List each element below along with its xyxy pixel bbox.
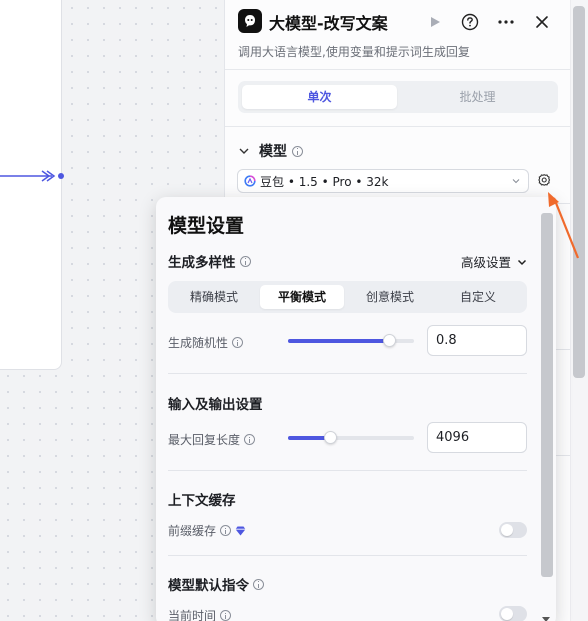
diversity-label: 生成多样性 [168, 255, 236, 271]
info-icon [220, 525, 232, 536]
prefix-cache-label: 前缀缓存 [168, 524, 217, 538]
more-icon [498, 20, 514, 24]
mode-creative[interactable]: 创意模式 [348, 285, 432, 309]
panel-header: 大模型-改写文案 调用大语言模型,使用变量和提示词生成回复 [225, 0, 571, 70]
doubao-logo-icon [244, 175, 256, 187]
max-length-slider-handle[interactable] [324, 431, 337, 444]
run-mode-tabs: 单次 批处理 [238, 81, 558, 113]
context-cache-section-title: 上下文缓存 [168, 489, 236, 509]
chevron-down-icon [512, 179, 520, 184]
annotation-arrow [548, 192, 580, 259]
mode-precise[interactable]: 精确模式 [172, 285, 256, 309]
diversity-section-title: 生成多样性 [168, 251, 251, 271]
default-instructions-label: 模型默认指令 [168, 578, 249, 594]
divider [225, 126, 571, 127]
randomness-input[interactable]: 0.8 [427, 325, 527, 356]
tab-batch[interactable]: 批处理 [400, 85, 555, 109]
randomness-slider[interactable] [288, 334, 414, 347]
gear-icon [538, 174, 551, 186]
chevron-down-icon [517, 259, 527, 265]
advanced-settings-label: 高级设置 [461, 255, 512, 270]
current-time-row: 当前时间 [168, 607, 232, 621]
panel-scrollbar[interactable] [570, 0, 588, 621]
divider [168, 470, 527, 471]
divider [168, 555, 527, 556]
panel-title: 大模型-改写文案 [269, 14, 388, 33]
max-length-row: 最大回复长度 [168, 431, 256, 448]
io-label: 输入及输出设置 [168, 397, 263, 413]
divider [168, 373, 527, 374]
info-icon [292, 145, 303, 157]
scroll-down-arrow[interactable] [542, 617, 550, 621]
max-length-label: 最大回复长度 [168, 433, 241, 447]
model-section-header[interactable]: 模型 [238, 142, 303, 160]
selected-model: 豆包 • 1.5 • Pro • 32k [260, 174, 389, 189]
popup-scrollbar[interactable] [540, 213, 554, 621]
mode-balanced[interactable]: 平衡模式 [260, 285, 344, 309]
diamond-icon [235, 526, 246, 535]
model-select[interactable]: 豆包 • 1.5 • Pro • 32k [237, 169, 529, 193]
info-icon [239, 255, 251, 267]
io-section-title: 输入及输出设置 [168, 393, 263, 413]
help-icon [461, 13, 479, 31]
tab-single[interactable]: 单次 [242, 85, 397, 109]
info-icon [253, 578, 264, 590]
model-settings-popup: 模型设置 生成多样性 高级设置 精确模式 平衡模式 创意模式 自定义 生成随机性… [156, 197, 556, 621]
node-connector [0, 170, 64, 182]
max-length-input[interactable]: 4096 [427, 422, 527, 453]
prefix-cache-row: 前缀缓存 [168, 522, 246, 539]
chevron-down-icon [239, 148, 249, 154]
more-button[interactable] [495, 11, 517, 33]
run-button[interactable] [424, 11, 446, 33]
max-length-slider[interactable] [288, 431, 414, 444]
diversity-mode-tabs: 精确模式 平衡模式 创意模式 自定义 [168, 281, 527, 313]
panel-description: 调用大语言模型,使用变量和提示词生成回复 [238, 45, 470, 59]
close-icon [536, 16, 548, 28]
model-settings-button[interactable] [535, 171, 553, 189]
prefix-cache-toggle[interactable] [499, 522, 527, 538]
default-instructions-section-title: 模型默认指令 [168, 574, 264, 594]
bot-icon [238, 9, 262, 33]
info-icon [244, 434, 256, 445]
randomness-label: 生成随机性 [168, 336, 229, 350]
randomness-row: 生成随机性 [168, 334, 244, 351]
close-button[interactable] [531, 11, 553, 33]
randomness-slider-handle[interactable] [383, 334, 396, 347]
advanced-settings-toggle[interactable]: 高级设置 [461, 252, 527, 271]
randomness-slider-fill [288, 339, 389, 343]
current-time-label: 当前时间 [168, 609, 217, 621]
popup-scrollbar-thumb[interactable] [541, 213, 553, 577]
mode-custom[interactable]: 自定义 [436, 285, 520, 309]
popup-title: 模型设置 [168, 215, 245, 237]
current-time-toggle[interactable] [499, 606, 527, 621]
info-icon [232, 337, 244, 348]
help-button[interactable] [459, 11, 481, 33]
model-section-label: 模型 [259, 144, 287, 160]
run-icon [431, 17, 440, 27]
context-cache-label: 上下文缓存 [168, 493, 236, 509]
info-icon [220, 610, 232, 621]
